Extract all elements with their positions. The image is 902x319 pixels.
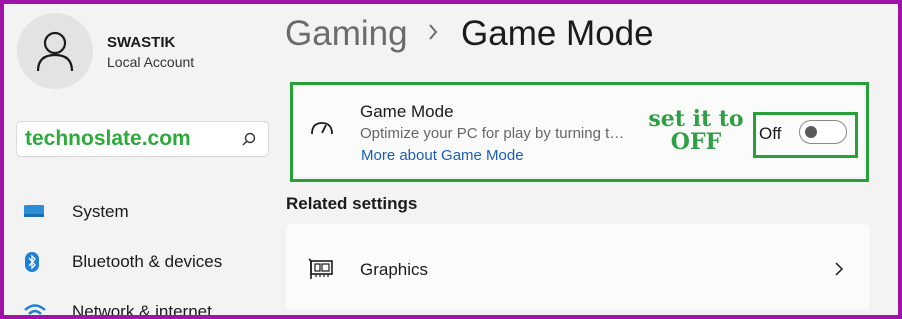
- sidebar-item-label: System: [72, 202, 129, 221]
- sidebar-item-network[interactable]: Network & internet: [24, 295, 274, 315]
- page-title: Game Mode: [461, 14, 654, 53]
- user-icon: [36, 31, 74, 72]
- chevron-right-icon: [429, 24, 438, 40]
- related-settings-heading: Related settings: [286, 194, 418, 213]
- speedometer-icon: [311, 122, 333, 135]
- graphics-label: Graphics: [360, 260, 429, 279]
- sidebar-item-label: Network & internet: [72, 302, 212, 315]
- game-mode-description: Optimize your PC for play by turning thi…: [360, 125, 632, 142]
- avatar[interactable]: [17, 13, 93, 89]
- toggle-state-label: Off: [759, 124, 782, 143]
- breadcrumb-parent[interactable]: Gaming: [285, 14, 408, 54]
- account-type: Local Account: [107, 54, 195, 70]
- chevron-right-icon[interactable]: [834, 261, 844, 277]
- graphics-card-icon: [308, 258, 333, 279]
- annotation-text: set it to OFF: [648, 106, 744, 155]
- account-name: SWASTIK: [107, 34, 176, 51]
- search-input[interactable]: technoslate.com: [25, 127, 191, 151]
- sidebar-item-bluetooth[interactable]: Bluetooth & devices: [24, 245, 274, 279]
- wifi-icon: [24, 302, 52, 315]
- bluetooth-icon: [24, 252, 52, 272]
- more-about-game-mode-link[interactable]: More about Game Mode: [361, 147, 524, 164]
- settings-window: SWASTIK Local Account technoslate.com Sy…: [4, 4, 898, 315]
- game-mode-title: Game Mode: [360, 102, 454, 121]
- search-icon[interactable]: [242, 132, 256, 146]
- game-mode-toggle[interactable]: [799, 120, 847, 144]
- toggle-knob: [805, 126, 817, 138]
- sidebar-item-system[interactable]: System: [24, 195, 274, 229]
- sidebar-item-label: Bluetooth & devices: [72, 252, 223, 271]
- search-box[interactable]: technoslate.com: [16, 121, 269, 157]
- monitor-icon: [24, 202, 52, 222]
